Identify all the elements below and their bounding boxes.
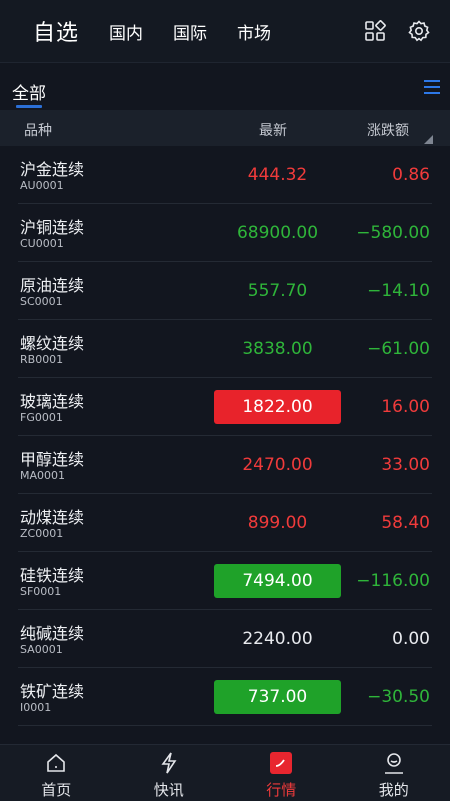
instrument-code: CU0001 (20, 237, 64, 250)
table-row[interactable]: 甲醇连续MA0001 2470.00 33.00 (18, 436, 432, 494)
bottom-nav-label: 快讯 (113, 779, 226, 800)
market-icon (269, 751, 293, 775)
table-row[interactable]: 动煤连续ZC0001 899.00 58.40 (18, 494, 432, 552)
table-row[interactable]: 沪铜连续CU0001 68900.00 −580.00 (18, 204, 432, 262)
bottom-nav-item-3[interactable]: 我的 (338, 745, 450, 801)
home-icon (44, 751, 68, 775)
price-change: −116.00 (356, 564, 430, 598)
price-change: 58.40 (381, 506, 430, 540)
price-change: −30.50 (367, 680, 430, 714)
tab-underline (16, 105, 42, 108)
instrument-name: 甲醇连续 (20, 446, 84, 470)
column-name: 品种 (24, 120, 52, 140)
top-bar: 自选 国内 国际 市场 (0, 0, 450, 62)
latest-price: 7494.00 (214, 564, 341, 598)
instrument-name: 玻璃连续 (20, 388, 84, 412)
price-change: −61.00 (367, 332, 430, 366)
instrument-code: FG0001 (20, 411, 63, 424)
instrument-name: 纯碱连续 (20, 620, 84, 644)
tab-bar: 全部 (0, 62, 450, 111)
grid-icon[interactable] (364, 20, 386, 42)
instrument-code: MA0001 (20, 469, 65, 482)
price-change: 16.00 (381, 390, 430, 424)
latest-price: 899.00 (214, 506, 341, 540)
instrument-name: 沪铜连续 (20, 214, 84, 238)
instrument-name: 铁矿连续 (20, 678, 84, 702)
latest-price: 3838.00 (214, 332, 341, 366)
price-change: 33.00 (381, 448, 430, 482)
bottom-nav-item-2[interactable]: 行情 (225, 745, 338, 801)
table-row[interactable]: 原油连续SC0001 557.70 −14.10 (18, 262, 432, 320)
column-change[interactable]: 涨跌额 (367, 120, 409, 140)
instrument-code: SF0001 (20, 585, 61, 598)
bottom-nav-label: 首页 (0, 779, 113, 800)
price-change: −14.10 (367, 274, 430, 308)
latest-price: 737.00 (214, 680, 341, 714)
price-change: −580.00 (356, 216, 430, 250)
table-header: 品种 最新 涨跌额 (0, 110, 450, 146)
latest-price: 1822.00 (214, 390, 341, 424)
instrument-name: 原油连续 (20, 272, 84, 296)
tab-all[interactable]: 全部 (12, 79, 46, 104)
table-row[interactable]: 螺纹连续RB0001 3838.00 −61.00 (18, 320, 432, 378)
quote-list: 沪金连续AU0001 444.32 0.86 沪铜连续CU0001 68900.00 −5… (0, 146, 450, 726)
nav-domestic[interactable]: 国内 (109, 19, 143, 44)
instrument-name: 螺纹连续 (20, 330, 84, 354)
instrument-name: 沪金连续 (20, 156, 84, 180)
bottom-nav-item-1[interactable]: 快讯 (113, 745, 226, 801)
bottom-nav-label: 行情 (225, 779, 338, 800)
column-latest[interactable]: 最新 (259, 120, 287, 140)
bottom-nav-label: 我的 (338, 779, 450, 800)
table-row[interactable]: 沪金连续AU0001 444.32 0.86 (18, 146, 432, 204)
bottom-nav: 首页快讯行情我的 (0, 744, 450, 801)
settings-icon[interactable] (408, 20, 430, 42)
price-change: 0.86 (392, 158, 430, 192)
instrument-name: 硅铁连续 (20, 562, 84, 586)
profile-icon (382, 751, 406, 775)
latest-price: 68900.00 (214, 216, 341, 250)
flash-icon (157, 751, 181, 775)
latest-price: 444.32 (214, 158, 341, 192)
header-icons (364, 20, 430, 42)
instrument-code: I0001 (20, 701, 51, 714)
latest-price: 2470.00 (214, 448, 341, 482)
menu-icon[interactable] (424, 80, 440, 94)
instrument-name: 动煤连续 (20, 504, 84, 528)
nav-market[interactable]: 市场 (237, 19, 271, 44)
latest-price: 2240.00 (214, 622, 341, 656)
table-row[interactable]: 铁矿连续I0001 737.00 −30.50 (18, 668, 432, 726)
instrument-code: SC0001 (20, 295, 63, 308)
instrument-code: ZC0001 (20, 527, 63, 540)
instrument-code: SA0001 (20, 643, 63, 656)
nav-international[interactable]: 国际 (173, 19, 207, 44)
table-row[interactable]: 硅铁连续SF0001 7494.00 −116.00 (18, 552, 432, 610)
table-row[interactable]: 纯碱连续SA0001 2240.00 0.00 (18, 610, 432, 668)
table-row[interactable]: 玻璃连续FG0001 1822.00 16.00 (18, 378, 432, 436)
price-change: 0.00 (392, 622, 430, 656)
latest-price: 557.70 (214, 274, 341, 308)
bottom-nav-item-0[interactable]: 首页 (0, 745, 113, 801)
page-title: 自选 (33, 15, 79, 47)
instrument-code: AU0001 (20, 179, 64, 192)
instrument-code: RB0001 (20, 353, 63, 366)
sort-icon[interactable] (424, 135, 433, 144)
